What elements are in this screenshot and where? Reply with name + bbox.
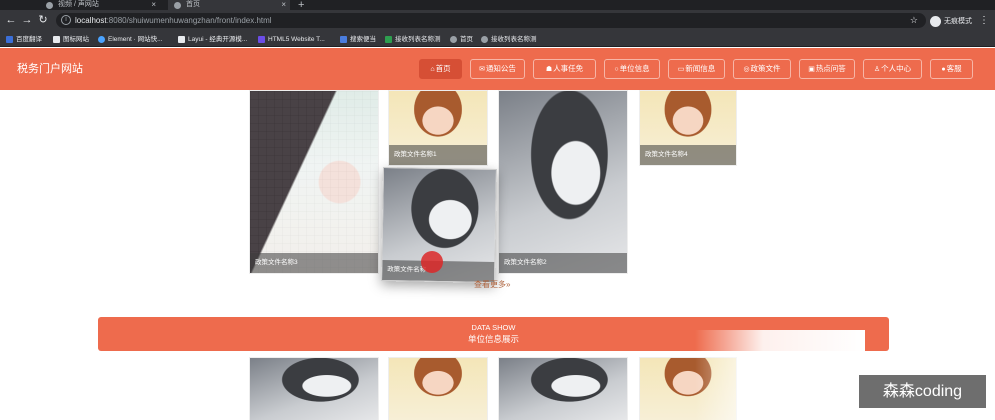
policy-card-caption: 政策文件名称2 [499,253,627,273]
browser-menu-icon[interactable]: ⋮ [979,15,989,27]
nav-notices[interactable]: ✉通知公告 [470,59,525,79]
document-icon: ◎ [743,66,750,73]
service-icon: ● [941,66,946,73]
bookmark-item[interactable]: 接收列表名称测 [481,32,537,47]
bookmark-favicon-icon [6,36,13,43]
anime-girl-image [250,91,378,273]
tab-close-icon[interactable]: × [151,0,156,10]
bookmark-favicon-icon [178,36,185,43]
nav-unit-info[interactable]: ○单位信息 [604,59,660,79]
back-icon[interactable]: ← [4,13,18,27]
bookmark-favicon-icon [53,36,60,43]
cursor-highlight [421,251,443,273]
user-icon: ♙ [873,66,881,73]
policy-card-caption: 政策文件名称1 [389,145,487,165]
browser-toolbar: ← → ↻ i localhost:8080/shuiwumenhuwangzh… [0,10,995,32]
policy-card-caption: 政策文件名称4 [640,145,736,165]
tab-title: 首页 [186,1,200,8]
bookmark-favicon-icon [340,36,347,43]
info-icon: ○ [614,66,619,73]
tab-favicon-icon [174,2,181,9]
video-watermark: 森森coding [859,375,986,408]
nav-policy[interactable]: ◎政策文件 [733,59,791,79]
bookmark-favicon-icon [450,36,457,43]
bookmark-item[interactable]: 首页 [450,32,473,47]
tab-close-icon[interactable]: × [281,0,286,10]
browser-tab-active[interactable]: 首页 × [168,0,290,10]
overlay-fade [695,330,865,420]
bookmark-item[interactable]: 接收列表名称测 [385,32,441,47]
site-info-icon[interactable]: i [61,15,71,25]
incognito-indicator[interactable]: 无痕模式 [930,15,972,28]
nav-faq[interactable]: ▣热点问答 [799,59,855,79]
url-text[interactable]: localhost:8080/shuiwumenhuwangzhan/front… [75,13,272,28]
policy-card[interactable]: 政策文件名称2 [498,90,628,274]
more-link[interactable]: 查看更多» [474,279,510,290]
bookmark-star-icon[interactable]: ☆ [910,13,918,28]
nav-service[interactable]: ●客服 [930,59,973,79]
site-title[interactable]: 税务门户网站 [17,48,83,90]
question-icon: ▣ [808,66,815,73]
browser-tab-bar: 视频 / 声网站 × 首页 × + [0,0,995,11]
people-icon: ☗ [545,66,553,73]
news-icon: ▭ [677,66,685,73]
bell-icon: ✉ [479,66,485,73]
bookmark-item[interactable]: Element · 网站快... [98,32,163,47]
bookmark-item[interactable]: HTML5 Website T... [258,32,325,47]
bookmark-favicon-icon [385,36,392,43]
bookmarks-bar: 百度翻译 图标网站 Element · 网站快... Layui - 经典开源模… [0,32,995,47]
reload-icon[interactable]: ↻ [36,13,50,27]
site-header: 税务门户网站 ⌂首页 ✉通知公告 ☗人事任免 ○单位信息 ▭新闻信息 ◎政策文件… [0,48,995,90]
bookmark-item[interactable]: 图标网站 [53,32,89,47]
policy-card-caption: 政策文件名称3 [250,253,378,273]
policy-card[interactable]: 政策文件名称3 [249,90,379,274]
unit-card[interactable] [249,357,379,420]
bookmark-item[interactable]: 搜索便当 [340,32,376,47]
bookmark-favicon-icon [481,36,488,43]
browser-tab[interactable]: 视频 / 声网站 × [40,0,160,10]
bookmark-favicon-icon [258,36,265,43]
bookmark-item[interactable]: Layui - 经典开源模... [178,32,247,47]
nav-home[interactable]: ⌂首页 [419,59,462,79]
nav-news[interactable]: ▭新闻信息 [668,59,725,79]
tab-favicon-icon [46,2,53,9]
incognito-icon [930,15,941,27]
nav-profile[interactable]: ♙个人中心 [863,59,922,79]
bookmark-favicon-icon [98,36,105,43]
home-icon: ⌂ [430,66,435,73]
nav-personnel[interactable]: ☗人事任免 [533,59,596,79]
tab-title: 视频 / 声网站 [58,1,99,8]
forward-icon[interactable]: → [20,13,34,27]
unit-card[interactable] [498,357,628,420]
address-bar[interactable]: i localhost:8080/shuiwumenhuwangzhan/fro… [56,13,926,28]
policy-card[interactable]: 政策文件名称4 [639,90,737,166]
policy-card[interactable]: 政策文件名称1 [388,90,488,166]
unit-card[interactable] [388,357,488,420]
bookmark-item[interactable]: 百度翻译 [6,32,42,47]
